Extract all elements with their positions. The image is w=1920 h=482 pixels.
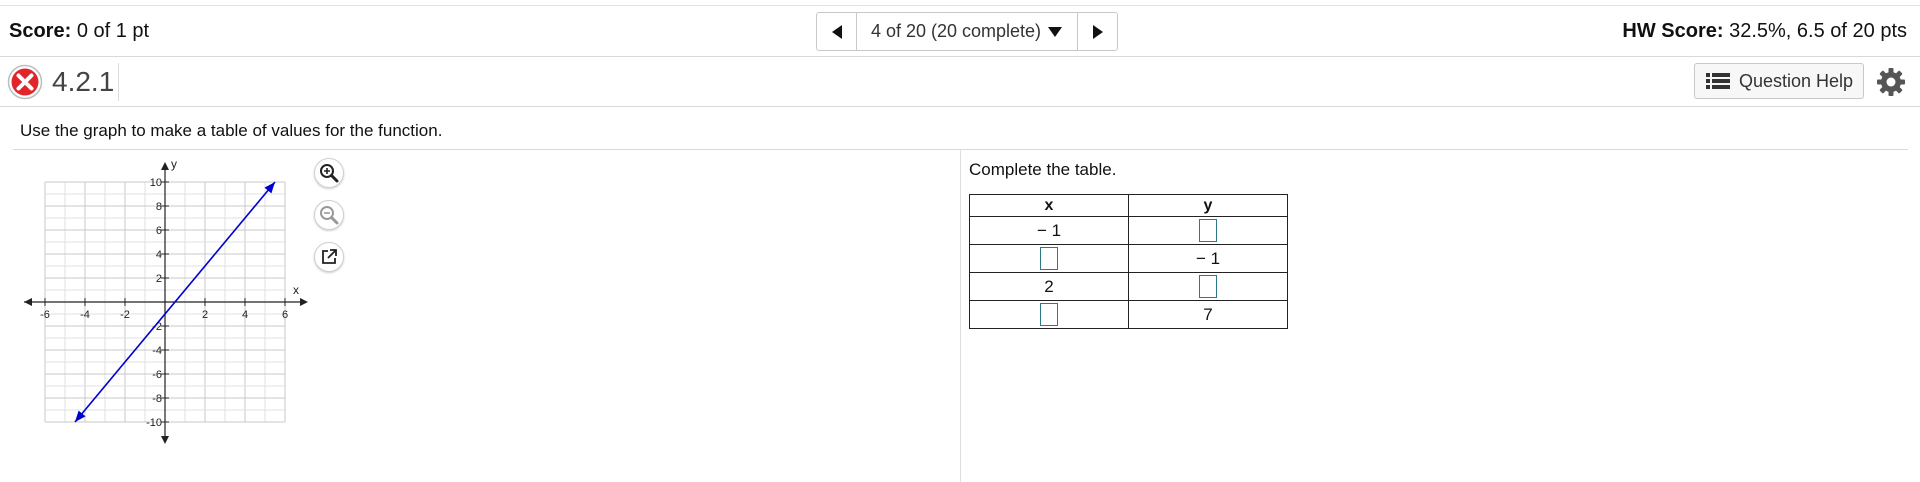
x-tick-label: 4 [242, 309, 248, 321]
y-cell [1128, 272, 1288, 301]
hw-score-value: 32.5%, 6.5 of 20 pts [1729, 20, 1907, 42]
x-cell: 2 [969, 272, 1129, 301]
list-icon [1705, 73, 1730, 89]
zoom-out-icon [320, 206, 339, 225]
x-tick-label: -2 [120, 309, 130, 321]
table-row: − 1 [969, 244, 1288, 273]
previous-question-button[interactable] [817, 13, 857, 50]
table-row: 2 [969, 272, 1288, 301]
external-link-icon [322, 249, 337, 264]
y-tick-label: -6 [152, 369, 162, 381]
y-axis-arrow-up [161, 162, 169, 170]
score: Score: 0 of 1 pt [9, 20, 150, 42]
score-bar: Score: 0 of 1 pt 4 of 20 (20 complete) H… [0, 6, 1920, 57]
zoom-in-button[interactable] [314, 158, 344, 188]
table-row: − 1 [969, 216, 1288, 245]
table-prompt: Complete the table. [969, 160, 1117, 179]
y-cell [1128, 216, 1288, 245]
x-column-header: x [969, 194, 1129, 217]
question-number: 4.2.1 [52, 66, 115, 97]
answer-input-y-row-1[interactable] [1199, 219, 1217, 242]
x-cell [969, 300, 1129, 329]
y-tick-label: 6 [156, 225, 162, 237]
x-tick-label: 6 [282, 309, 288, 321]
gear-icon[interactable] [1876, 67, 1906, 97]
y-axis-label: y [171, 158, 177, 171]
zoom-in-icon [320, 164, 339, 183]
x-tick-label: -6 [40, 309, 50, 321]
table-row: 7 [969, 300, 1288, 329]
x-tick-label: -4 [80, 309, 90, 321]
open-in-new-window-button[interactable] [314, 242, 344, 272]
function-graph: -6 -4 -2 2 4 6 108642-2-4-6-8-10 x y [24, 158, 308, 444]
hw-score: HW Score: 32.5%, 6.5 of 20 pts [1622, 20, 1907, 42]
answer-input-x-row-2[interactable] [1040, 247, 1058, 270]
header-divider [118, 63, 119, 101]
caret-down-icon [1048, 26, 1063, 37]
y-tick-label: 8 [156, 201, 162, 213]
question-header: 4.2.1 Question Help [0, 57, 1920, 107]
x-axis-arrow-right [300, 298, 308, 306]
answer-input-x-row-4[interactable] [1040, 303, 1058, 326]
y-tick-label: -4 [152, 345, 162, 357]
x-cell [969, 244, 1129, 273]
values-table: x y − 1 − 1 2 7 [969, 194, 1288, 329]
nav-label: 4 of 20 (20 complete) [870, 21, 1042, 41]
triangle-left-icon [831, 24, 842, 39]
y-tick-label: -8 [152, 393, 162, 405]
question-help-button[interactable]: Question Help [1694, 63, 1864, 99]
question-instruction: Use the graph to make a table of values … [20, 121, 443, 140]
x-axis-arrow-left [24, 298, 32, 306]
answer-input-y-row-3[interactable] [1199, 275, 1217, 298]
x-axis-label: x [293, 283, 299, 297]
x-cell: − 1 [969, 216, 1129, 245]
y-tick-label: 2 [156, 273, 162, 285]
x-tick-label: 2 [202, 309, 208, 321]
question-navigator: 4 of 20 (20 complete) [816, 12, 1118, 51]
score-value: 0 of 1 pt [76, 20, 150, 42]
question-list-dropdown[interactable]: 4 of 20 (20 complete) [857, 13, 1077, 50]
next-question-button[interactable] [1077, 13, 1117, 50]
y-tick-label: -10 [146, 417, 162, 429]
y-axis-arrow-down [161, 436, 169, 444]
y-tick-label: 4 [156, 249, 162, 261]
y-cell: − 1 [1128, 244, 1288, 273]
zoom-out-button[interactable] [314, 200, 344, 230]
incorrect-x-icon [7, 64, 43, 100]
triangle-right-icon [1092, 24, 1103, 39]
y-column-header: y [1128, 194, 1288, 217]
y-tick-label: 10 [150, 177, 162, 189]
question-help-label: Question Help [1738, 70, 1854, 91]
y-cell: 7 [1128, 300, 1288, 329]
table-header-row: x y [969, 194, 1288, 217]
panel-divider [960, 150, 961, 482]
